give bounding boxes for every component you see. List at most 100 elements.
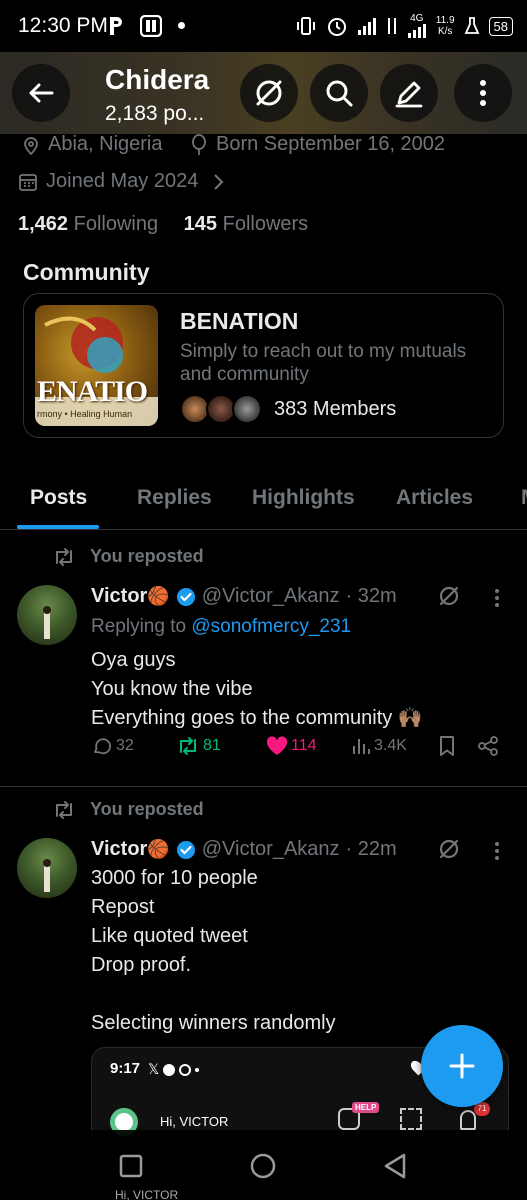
back-button[interactable]: [12, 64, 70, 122]
recents-button[interactable]: [118, 1153, 144, 1179]
alarm-icon: [326, 15, 348, 37]
post-author-name[interactable]: Victor: [91, 838, 147, 861]
repost-count: 81: [203, 737, 221, 754]
embed-peek: Hi, VICTOR: [40, 1188, 460, 1200]
profile-header-banner: Chidera 2,183 po...: [0, 52, 527, 134]
signal-icon: [357, 17, 377, 35]
repost-icon: [52, 800, 76, 820]
speed-unit: K/s: [437, 26, 453, 37]
grok-button[interactable]: [240, 64, 298, 122]
active-tab-indicator: [17, 525, 99, 529]
tab-replies[interactable]: Replies: [137, 486, 212, 510]
calendar-icon: [18, 172, 38, 192]
followers-count: 145: [183, 213, 218, 235]
views-button[interactable]: 3.4K: [351, 736, 407, 756]
system-back-button[interactable]: [382, 1152, 408, 1180]
embed-whatsapp-icon: [179, 1063, 192, 1076]
profile-location: Abia, Nigeria: [22, 133, 163, 156]
community-card[interactable]: ENATIO rmony • Healing Human BENATION Si…: [23, 293, 504, 438]
post-author-name[interactable]: Victor: [91, 585, 147, 608]
avatar[interactable]: [17, 838, 77, 898]
repost-label: You reposted: [90, 546, 204, 566]
replying-to: Replying to @sonofmercy_231: [91, 616, 351, 638]
post-line: 3000 for 10 people: [91, 867, 258, 889]
repost-indicator: You reposted: [52, 546, 204, 567]
following-label: Following: [73, 213, 159, 235]
edit-pencil-icon: [393, 77, 425, 109]
basketball-emoji: 🏀: [147, 586, 170, 606]
post-line: Repost: [91, 896, 155, 918]
embed-chat-icon: [163, 1063, 176, 1076]
followers-link[interactable]: 145 Followers: [184, 213, 309, 235]
follow-stats: 1,462 Following 145 Followers: [18, 213, 308, 236]
recents-square-icon: [118, 1153, 144, 1179]
status-time: 12:30 PM: [18, 14, 108, 37]
network-label: 4G: [410, 13, 424, 24]
repost-label: You reposted: [90, 799, 204, 819]
embed-scan-icon: [400, 1108, 422, 1130]
avatar[interactable]: [17, 585, 77, 645]
tab-posts[interactable]: Posts: [30, 486, 87, 510]
post-author-handle[interactable]: @Victor_Akanz: [202, 585, 340, 608]
edit-button[interactable]: [380, 64, 438, 122]
grok-post-button[interactable]: [437, 837, 461, 861]
community-name: BENATION: [180, 308, 299, 334]
repost-button[interactable]: 81: [176, 736, 221, 756]
like-button[interactable]: 114: [266, 736, 317, 756]
community-member-avatars: [180, 392, 264, 426]
heart-filled-icon: [266, 736, 288, 756]
tab-highlights[interactable]: Highlights: [252, 486, 355, 510]
post-more-button[interactable]: [494, 841, 500, 861]
embed-help-badge: HELP: [352, 1102, 380, 1113]
balloon-icon: [190, 133, 208, 156]
vibrate-icon: [295, 15, 317, 37]
community-section-title: Community: [23, 259, 150, 285]
profile-joined[interactable]: Joined May 2024: [18, 170, 224, 193]
post-author-handle[interactable]: @Victor_Akanz: [202, 838, 340, 861]
post-line: You know the vibe: [91, 678, 253, 700]
followers-label: Followers: [222, 213, 309, 235]
location-pin-icon: [22, 135, 40, 155]
embed-status-icons: 𝕏: [148, 1061, 200, 1078]
more-vertical-icon: [478, 78, 488, 108]
tab-overflow[interactable]: M: [521, 486, 527, 510]
compose-post-button[interactable]: [421, 1025, 503, 1107]
repost-indicator: You reposted: [52, 799, 204, 820]
grok-post-button[interactable]: [437, 584, 461, 608]
data-arrows-icon: [386, 16, 398, 36]
home-button[interactable]: [249, 1152, 277, 1180]
post-divider: [0, 786, 527, 787]
replying-handle-link[interactable]: @sonofmercy_231: [191, 616, 351, 637]
tab-articles[interactable]: Articles: [396, 486, 473, 510]
community-image-title: ENATIO: [37, 375, 148, 408]
following-count: 1,462: [18, 213, 69, 235]
reply-button[interactable]: 32: [91, 735, 134, 757]
profile-tabs: Posts Replies Highlights Articles M: [0, 472, 527, 530]
replying-prefix: Replying to: [91, 616, 187, 637]
status-bar: 12:30 PM 4G 11.9 K/s 58: [0, 0, 527, 52]
back-triangle-icon: [382, 1152, 408, 1180]
notification-dot-icon: [178, 22, 185, 29]
bookmark-button[interactable]: [438, 735, 456, 757]
community-image: ENATIO rmony • Healing Human: [35, 305, 158, 426]
following-link[interactable]: 1,462 Following: [18, 213, 164, 235]
header-post-count: 2,183 po...: [105, 102, 205, 125]
repost-green-icon: [176, 736, 200, 756]
like-count: 114: [291, 737, 317, 754]
community-description: Simply to reach out to my mutuals and co…: [180, 341, 467, 385]
header-profile-name: Chidera: [105, 64, 210, 95]
joined-text: Joined May 2024: [46, 170, 199, 192]
post-more-button[interactable]: [494, 588, 500, 608]
profile-birthdate: Born September 16, 2002: [190, 133, 445, 156]
bookmark-icon: [438, 735, 456, 757]
home-circle-icon: [249, 1152, 277, 1180]
embed-time: 9:17: [110, 1060, 141, 1077]
post-line: Drop proof.: [91, 954, 192, 976]
network-speed: 11.9 K/s: [436, 15, 455, 37]
share-button[interactable]: [477, 735, 499, 757]
basketball-emoji: 🏀: [147, 839, 170, 859]
more-options-button[interactable]: [454, 64, 512, 122]
search-button[interactable]: [310, 64, 368, 122]
reply-count: 32: [116, 737, 134, 754]
